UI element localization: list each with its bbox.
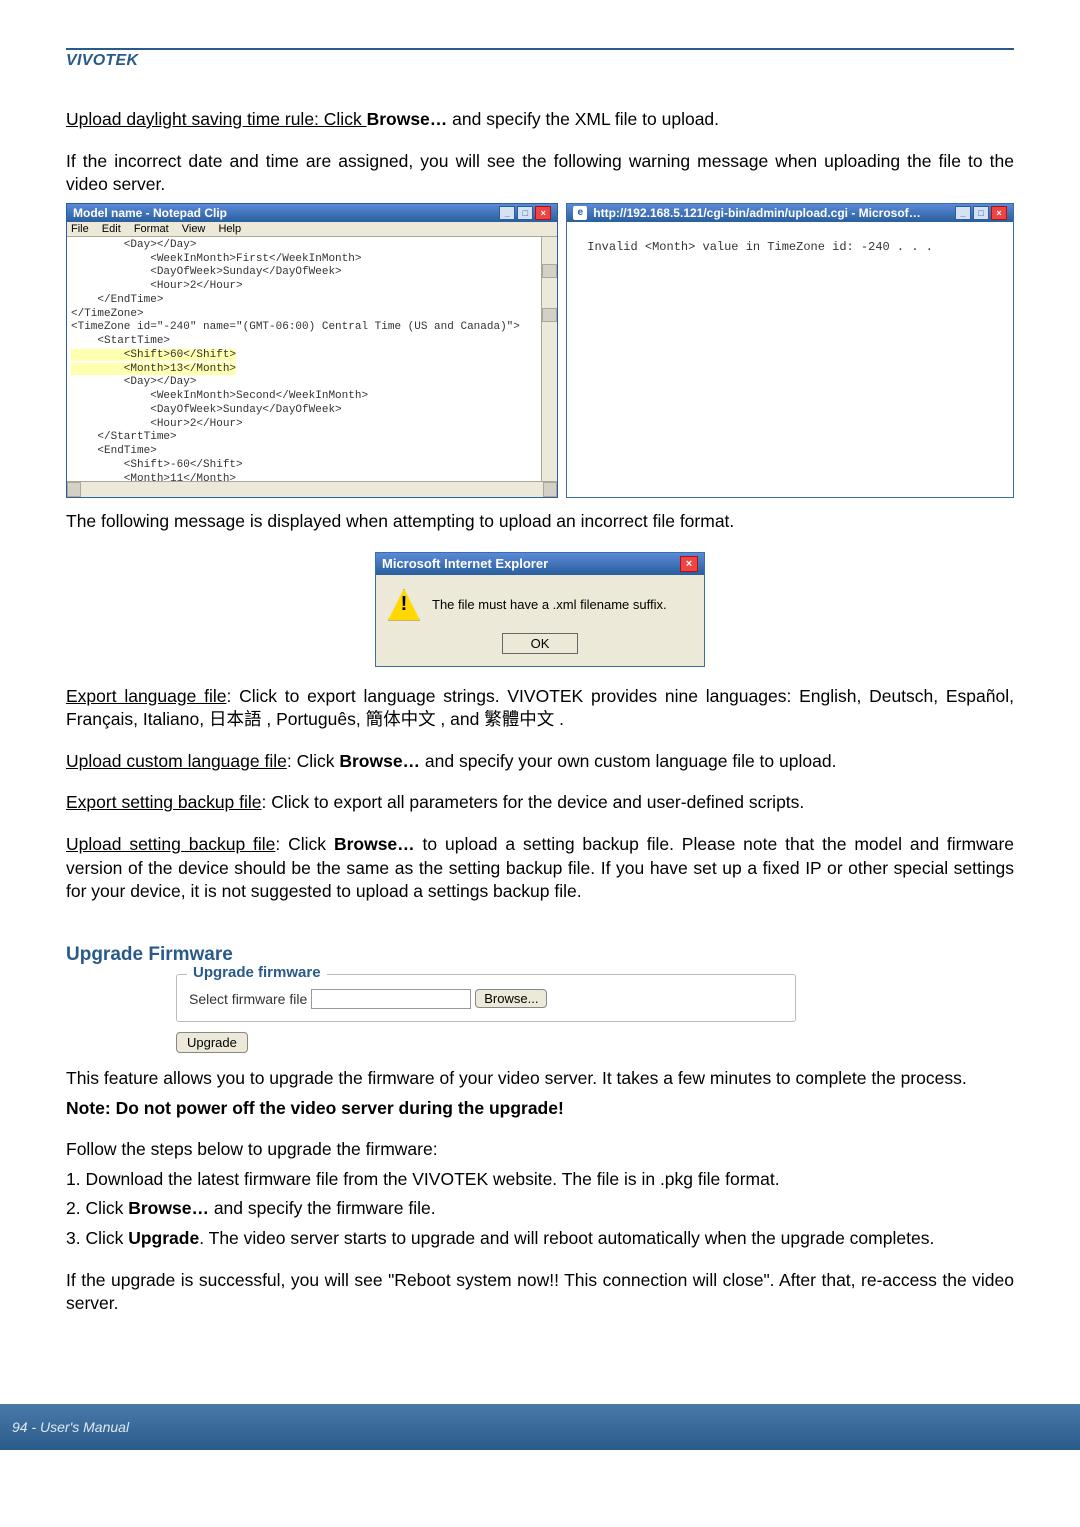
brand-title: VIVOTEK: [66, 52, 138, 69]
dialog-text: The file must have a .xml filename suffi…: [432, 597, 667, 612]
menu-edit[interactable]: Edit: [102, 223, 121, 235]
ie-error-window: e http://192.168.5.121/cgi-bin/admin/upl…: [566, 203, 1014, 498]
upload-backup-label: Upload setting backup file: [66, 834, 275, 854]
notepad-body: <Day></Day> <WeekInMonth>First</WeekInMo…: [67, 237, 557, 481]
warning-icon: !: [388, 589, 420, 621]
scroll-left-icon[interactable]: [67, 482, 81, 497]
browse-bold: Browse…: [367, 109, 448, 129]
notepad-titlebar: Model name - Notepad Clip _ □ ×: [67, 204, 557, 222]
notepad-title-text: Model name - Notepad Clip: [73, 206, 227, 220]
footer: 94 - User's Manual: [0, 1404, 1080, 1450]
upgrade-firmware-group: Upgrade firmware Select firmware file Br…: [176, 974, 796, 1053]
close-icon[interactable]: ×: [991, 206, 1007, 220]
step-2: 2. Click Browse… and specify the firmwar…: [66, 1197, 1014, 1221]
vertical-scrollbar[interactable]: [541, 237, 557, 481]
menu-help[interactable]: Help: [218, 223, 241, 235]
after-shot-text: The following message is displayed when …: [66, 510, 1014, 534]
step3-a: 3. Click: [66, 1228, 128, 1248]
close-icon[interactable]: ×: [535, 206, 551, 220]
browse-button[interactable]: Browse...: [475, 989, 547, 1008]
notepad-menubar[interactable]: File Edit Format View Help: [67, 222, 557, 237]
export-lang-label: Export language file: [66, 686, 226, 706]
screenshot-row: Model name - Notepad Clip _ □ × File Edi…: [66, 203, 1014, 498]
upload-backup-para: Upload setting backup file: Click Browse…: [66, 833, 1014, 904]
upgrade-note: Note: Do not power off the video server …: [66, 1097, 1014, 1121]
close-icon[interactable]: ×: [680, 556, 698, 572]
notepad-window: Model name - Notepad Clip _ □ × File Edi…: [66, 203, 558, 498]
menu-file[interactable]: File: [71, 223, 89, 235]
ie-dialog: Microsoft Internet Explorer × ! The file…: [375, 552, 705, 667]
ie-title-text: http://192.168.5.121/cgi-bin/admin/uploa…: [593, 206, 923, 220]
step3-b: . The video server starts to upgrade and…: [199, 1228, 934, 1248]
xml-block-2: <Day></Day> <WeekInMonth>Second</WeekInM…: [71, 376, 408, 481]
ie-body: Invalid <Month> value in TimeZone id: -2…: [567, 222, 1013, 497]
upload-rule-tail: and specify the XML file to upload.: [447, 109, 719, 129]
dialog-titlebar: Microsoft Internet Explorer ×: [376, 553, 704, 575]
ie-titlebar: e http://192.168.5.121/cgi-bin/admin/upl…: [567, 204, 1013, 222]
upgrade-fieldset: Upgrade firmware Select firmware file Br…: [176, 974, 796, 1022]
final-para: If the upgrade is successful, you will s…: [66, 1269, 1014, 1316]
upload-rule-label: Upload daylight saving time rule: Click: [66, 109, 367, 129]
xml-highlight-1: <Shift>60</Shift>: [71, 349, 236, 361]
xml-highlight-2: <Month>13</Month>: [71, 363, 236, 375]
xml-block-1: <Day></Day> <WeekInMonth>First</WeekInMo…: [71, 239, 520, 347]
upgrade-heading: Upgrade Firmware: [66, 944, 1014, 966]
upgrade-desc: This feature allows you to upgrade the f…: [66, 1067, 1014, 1091]
browse-bold: Browse…: [334, 834, 415, 854]
upload-custom-lang-para: Upload custom language file: Click Brows…: [66, 750, 1014, 774]
ie-icon: e: [573, 206, 587, 220]
menu-view[interactable]: View: [182, 223, 206, 235]
incorrect-warning: If the incorrect date and time are assig…: [66, 150, 1014, 197]
scroll-thumb[interactable]: [542, 308, 557, 322]
upgrade-button[interactable]: Upgrade: [176, 1032, 248, 1053]
menu-format[interactable]: Format: [134, 223, 169, 235]
step2-b: and specify the firmware file.: [209, 1198, 436, 1218]
export-backup-label: Export setting backup file: [66, 792, 262, 812]
step3-bold: Upgrade: [128, 1228, 199, 1248]
maximize-icon[interactable]: □: [973, 206, 989, 220]
horizontal-scrollbar[interactable]: [67, 481, 557, 497]
upload-custom-lang-text: : Click: [287, 751, 340, 771]
scroll-right-icon[interactable]: [543, 482, 557, 497]
ok-button[interactable]: OK: [502, 633, 579, 654]
upgrade-legend: Upgrade firmware: [187, 964, 327, 981]
step2-a: 2. Click: [66, 1198, 128, 1218]
upload-rule-para: Upload daylight saving time rule: Click …: [66, 108, 1014, 132]
dialog-body: ! The file must have a .xml filename suf…: [376, 575, 704, 666]
step-3: 3. Click Upgrade. The video server start…: [66, 1227, 1014, 1251]
maximize-icon[interactable]: □: [517, 206, 533, 220]
minimize-icon[interactable]: _: [499, 206, 515, 220]
export-lang-para: Export language file: Click to export la…: [66, 685, 1014, 732]
scroll-up-icon[interactable]: [542, 264, 557, 278]
step2-bold: Browse…: [128, 1198, 209, 1218]
dialog-title-text: Microsoft Internet Explorer: [382, 556, 548, 571]
browse-bold: Browse…: [339, 751, 420, 771]
upload-custom-lang-label: Upload custom language file: [66, 751, 287, 771]
firmware-file-input[interactable]: [311, 989, 471, 1009]
footer-text: 94 - User's Manual: [12, 1419, 129, 1435]
export-backup-text: : Click to export all parameters for the…: [262, 792, 805, 812]
minimize-icon[interactable]: _: [955, 206, 971, 220]
window-buttons: _ □ ×: [499, 206, 551, 220]
select-firmware-label: Select firmware file: [189, 991, 307, 1007]
dialog-wrap: Microsoft Internet Explorer × ! The file…: [66, 552, 1014, 667]
header-bar: VIVOTEK: [66, 48, 1014, 70]
upload-backup-text1: : Click: [275, 834, 334, 854]
step-1: 1. Download the latest firmware file fro…: [66, 1168, 1014, 1192]
upload-custom-lang-tail: and specify your own custom language fil…: [420, 751, 836, 771]
export-backup-para: Export setting backup file: Click to exp…: [66, 791, 1014, 815]
steps-intro: Follow the steps below to upgrade the fi…: [66, 1138, 1014, 1162]
